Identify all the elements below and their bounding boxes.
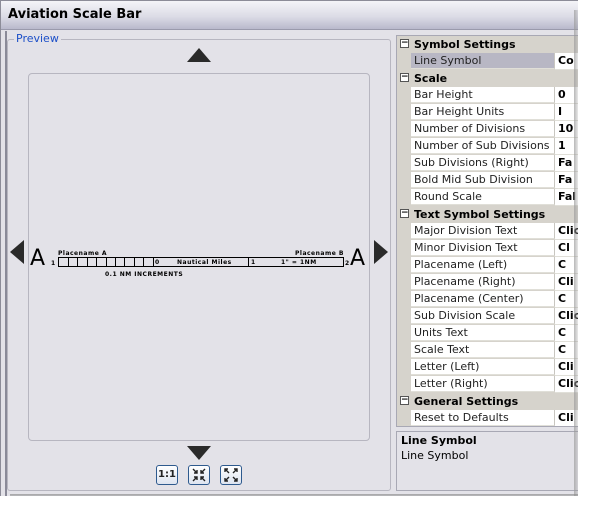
property-name[interactable]: Minor Division Text — [411, 240, 555, 256]
category-row[interactable]: − Symbol Settings — [397, 36, 580, 53]
zoom-in-fit-icon — [192, 468, 206, 482]
property-name[interactable]: Placename (Right) — [411, 274, 555, 290]
scale-text: 1" = 1NM — [281, 259, 317, 266]
property-row[interactable]: Number of Divisions 10 — [397, 121, 580, 138]
zoom-out-button[interactable] — [220, 465, 242, 485]
description-panel: Line Symbol Line Symbol — [396, 431, 581, 491]
category-label: Scale — [414, 72, 448, 85]
category-row[interactable]: − Text Symbol Settings — [397, 206, 580, 223]
zoom-in-button[interactable] — [188, 465, 210, 485]
property-name[interactable]: Major Division Text — [411, 223, 555, 239]
property-row[interactable]: Letter (Right) Clic — [397, 376, 580, 393]
property-row[interactable]: Placename (Right) Cli — [397, 274, 580, 291]
preview-group: Preview A A Placename A Placename B 1 2 … — [7, 33, 392, 492]
property-row[interactable]: Major Division Text Clic — [397, 223, 580, 240]
property-row[interactable]: Placename (Center) C — [397, 291, 580, 308]
property-name[interactable]: Scale Text — [411, 342, 555, 358]
placename-right: Placename B — [295, 250, 344, 257]
collapse-toggle-icon[interactable]: − — [400, 209, 409, 218]
units-text: Nautical Miles — [177, 259, 232, 266]
property-name[interactable]: Sub Division Scale — [411, 308, 555, 324]
property-grid: − Symbol Settings Line Symbol Co − Scale Bar H… — [396, 35, 581, 427]
property-name[interactable]: Number of Sub Divisions — [411, 138, 555, 154]
property-row[interactable]: Placename (Left) C — [397, 257, 580, 274]
scale-bar-preview: A A Placename A Placename B 1 2 0 Nautic… — [8, 40, 392, 492]
collapse-toggle-icon[interactable]: − — [400, 396, 409, 405]
category-row[interactable]: − General Settings — [397, 393, 580, 410]
sub-division-tick — [144, 258, 154, 266]
property-row[interactable]: Bar Height Units I — [397, 104, 580, 121]
property-name[interactable]: Sub Divisions (Right) — [411, 155, 555, 171]
property-row[interactable]: Reset to Defaults Cli — [397, 410, 580, 426]
property-row[interactable]: Round Scale Fal — [397, 189, 580, 206]
property-name[interactable]: Bold Mid Sub Division — [411, 172, 555, 188]
property-name[interactable]: Placename (Center) — [411, 291, 555, 307]
category-label: Symbol Settings — [414, 38, 516, 51]
property-name[interactable]: Placename (Left) — [411, 257, 555, 273]
right-number: 2 — [345, 260, 350, 267]
actual-size-button[interactable]: 1:1 — [156, 465, 178, 485]
property-name[interactable]: Letter (Right) — [411, 376, 555, 392]
scale-bar: 0 Nautical Miles 1 1" = 1NM — [58, 257, 344, 267]
letter-right: A — [350, 246, 366, 271]
property-row[interactable]: Bold Mid Sub Division Fa — [397, 172, 580, 189]
actual-size-icon: 1:1 — [158, 469, 176, 480]
property-row[interactable]: Letter (Left) Cli — [397, 359, 580, 376]
sub-division-scale: 0.1 NM INCREMENTS — [105, 271, 184, 278]
property-row[interactable]: Sub Division Scale Clic — [397, 308, 580, 325]
property-name[interactable]: Reset to Defaults — [411, 410, 555, 426]
property-row[interactable]: Bar Height 0 — [397, 87, 580, 104]
property-row[interactable]: Units Text C — [397, 325, 580, 342]
property-name[interactable]: Letter (Left) — [411, 359, 555, 375]
property-row[interactable]: Sub Divisions (Right) Fa — [397, 155, 580, 172]
property-row[interactable]: Minor Division Text Cl — [397, 240, 580, 257]
description-title: Line Symbol — [401, 434, 477, 447]
torn-edge-right — [578, 0, 594, 513]
zero-label: 0 — [155, 259, 160, 266]
property-name[interactable]: Number of Divisions — [411, 121, 555, 137]
category-label: Text Symbol Settings — [414, 208, 546, 221]
placename-left: Placename A — [58, 250, 108, 257]
property-row[interactable]: Line Symbol Co — [397, 53, 580, 70]
torn-edge-bottom — [0, 496, 594, 513]
category-label: General Settings — [414, 395, 519, 408]
property-name[interactable]: Bar Height — [411, 87, 555, 103]
dialog-window: Aviation Scale Bar Preview A A Placename… — [0, 0, 581, 501]
zoom-out-full-icon — [224, 468, 238, 482]
window-title: Aviation Scale Bar — [8, 7, 142, 22]
property-name[interactable]: Line Symbol — [411, 53, 555, 69]
title-bar: Aviation Scale Bar — [1, 1, 579, 30]
property-name[interactable]: Units Text — [411, 325, 555, 341]
property-row[interactable]: Number of Sub Divisions 1 — [397, 138, 580, 155]
mid-division-tick — [248, 258, 250, 266]
description-text: Line Symbol — [401, 449, 469, 462]
collapse-toggle-icon[interactable]: − — [400, 73, 409, 82]
category-row[interactable]: − Scale — [397, 70, 580, 87]
collapse-toggle-icon[interactable]: − — [400, 39, 409, 48]
property-name[interactable]: Bar Height Units — [411, 104, 555, 120]
left-number: 1 — [51, 260, 56, 267]
letter-left: A — [30, 246, 46, 271]
mid-label: 1 — [251, 259, 256, 266]
property-row[interactable]: Scale Text C — [397, 342, 580, 359]
property-name[interactable]: Round Scale — [411, 189, 555, 205]
